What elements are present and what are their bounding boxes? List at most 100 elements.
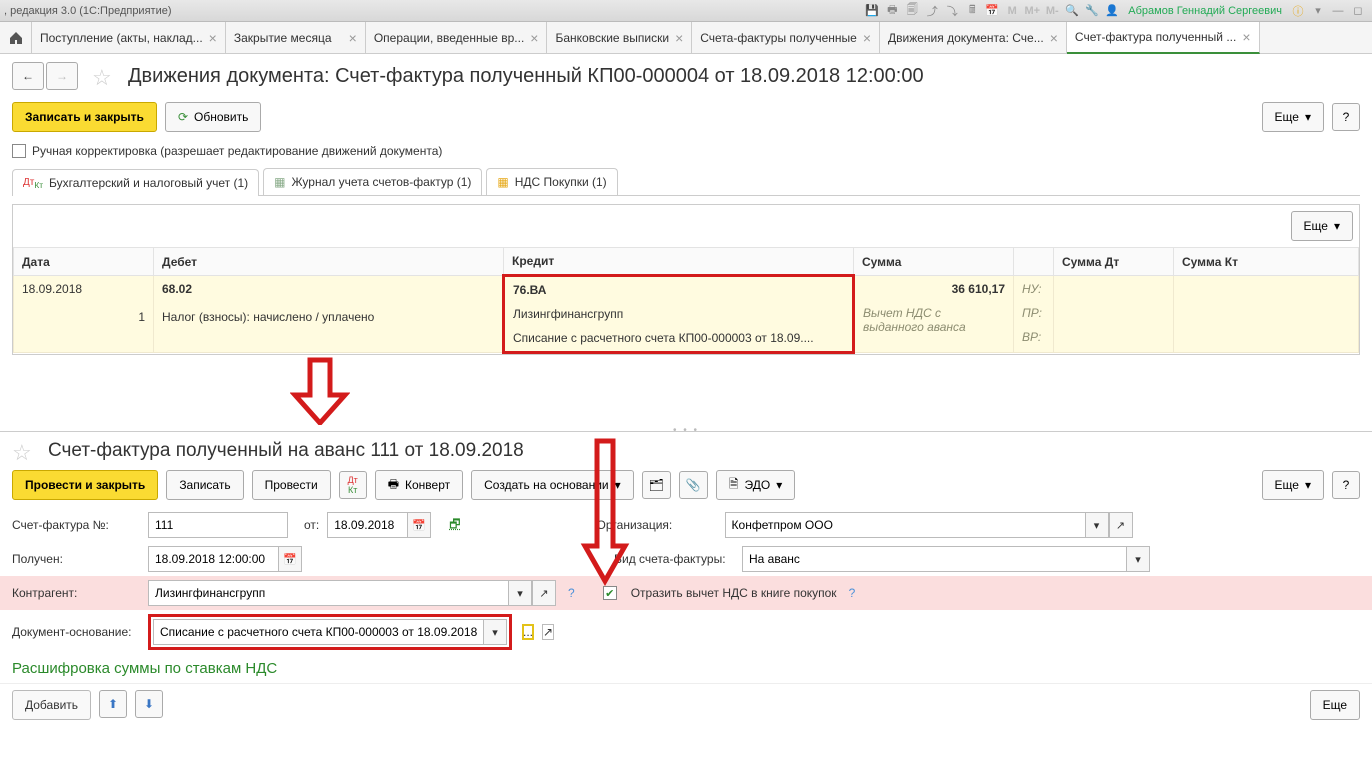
dropdown-button[interactable]: ▾: [508, 580, 532, 606]
more-button[interactable]: Еще ▾: [1262, 470, 1324, 500]
close-icon[interactable]: ×: [675, 30, 683, 46]
minimize-icon[interactable]: —: [1330, 3, 1346, 19]
subtab-label: Журнал учета счетов-фактур (1): [291, 175, 471, 189]
nav-back-button[interactable]: ←: [12, 62, 44, 90]
dropdown-button[interactable]: ▾: [1085, 512, 1109, 538]
col-sum[interactable]: Сумма: [854, 248, 1014, 276]
tab-3[interactable]: Банковские выписки×: [547, 22, 692, 54]
post-button[interactable]: Провести: [252, 470, 331, 500]
col-sum-dt[interactable]: Сумма Дт: [1054, 248, 1174, 276]
print-icon[interactable]: 🖶: [884, 3, 900, 19]
dropdown-button[interactable]: ▾: [1126, 546, 1150, 572]
more-label: Еще: [1275, 110, 1299, 124]
export-icon[interactable]: ⤴: [924, 3, 940, 19]
open-link-icon[interactable]: 🗗: [449, 515, 460, 536]
open-button[interactable]: ↗: [532, 580, 556, 606]
col-credit[interactable]: Кредит: [504, 248, 854, 276]
manual-correction-checkbox[interactable]: [12, 144, 26, 158]
pane2-title: Счет-фактура полученный на аванс 111 от …: [48, 440, 524, 462]
col-sum-kt[interactable]: Сумма Кт: [1174, 248, 1359, 276]
close-icon[interactable]: ×: [1242, 29, 1250, 45]
subtab-accounting[interactable]: ДтКтБухгалтерский и налоговый учет (1): [12, 169, 259, 196]
help-button[interactable]: ?: [1332, 103, 1360, 131]
subtab-label: НДС Покупки (1): [515, 175, 607, 189]
subtab-nds[interactable]: ▦НДС Покупки (1): [486, 168, 617, 195]
col-date[interactable]: Дата: [14, 248, 154, 276]
nav-forward-button[interactable]: →: [46, 62, 78, 90]
chevron-down-icon: ▾: [776, 478, 782, 492]
close-icon[interactable]: ×: [209, 30, 217, 46]
tab-4[interactable]: Счета-фактуры полученные×: [692, 22, 880, 54]
subtab-journal[interactable]: ▦Журнал учета счетов-фактур (1): [263, 168, 482, 195]
add-button[interactable]: Добавить: [12, 690, 91, 720]
reflect-nds-checkbox[interactable]: [603, 586, 617, 600]
close-icon[interactable]: ×: [530, 30, 538, 46]
counterparty-input[interactable]: [148, 580, 508, 606]
info-icon[interactable]: ⓘ: [1290, 3, 1306, 19]
tab-2[interactable]: Операции, введенные вр...×: [366, 22, 548, 54]
ellipsis-button[interactable]: ...: [522, 624, 534, 640]
current-user[interactable]: Абрамов Геннадий Сергеевич: [1128, 5, 1282, 17]
settings-icon[interactable]: 🔧: [1084, 3, 1100, 19]
dropdown-button[interactable]: ▾: [483, 619, 507, 645]
tab-5[interactable]: Движения документа: Сче...×: [880, 22, 1067, 54]
more-label: Еще: [1323, 698, 1347, 712]
home-tab[interactable]: [0, 22, 32, 54]
move-down-button[interactable]: ⬇: [135, 690, 163, 718]
save-icon[interactable]: 💾: [864, 3, 880, 19]
calendar-icon[interactable]: 📅: [984, 3, 1000, 19]
convert-button[interactable]: 🖶Конверт: [375, 470, 463, 500]
write-button[interactable]: Записать: [166, 470, 243, 500]
maximize-icon[interactable]: ◻: [1350, 3, 1366, 19]
close-icon[interactable]: ×: [863, 30, 871, 46]
edo-icon: 🗎: [729, 475, 739, 496]
move-up-button[interactable]: ⬆: [99, 690, 127, 718]
calc-icon[interactable]: 🖩: [964, 3, 980, 19]
tab-1[interactable]: Закрытие месяца×: [226, 22, 366, 54]
help-icon[interactable]: ?: [568, 586, 575, 600]
received-input[interactable]: [148, 546, 278, 572]
favorite-star-icon[interactable]: ☆: [12, 440, 34, 462]
refresh-button[interactable]: ⟳Обновить: [165, 102, 261, 132]
tab-0[interactable]: Поступление (акты, наклад... ×: [32, 22, 226, 54]
close-icon[interactable]: ×: [349, 30, 357, 46]
chevron-down-icon: ▾: [1305, 110, 1311, 124]
zoom-icon[interactable]: 🔍: [1064, 3, 1080, 19]
col-debit[interactable]: Дебет: [154, 248, 504, 276]
edo-button[interactable]: 🗎ЭДО ▾: [716, 470, 795, 500]
invoice-type-input[interactable]: [742, 546, 1126, 572]
m-minus-button[interactable]: M-: [1044, 3, 1060, 19]
more-button[interactable]: Еще ▾: [1262, 102, 1324, 132]
more-button[interactable]: Еще: [1310, 690, 1360, 720]
m-plus-button[interactable]: M+: [1024, 3, 1040, 19]
tab-label: Поступление (акты, наклад...: [40, 31, 203, 45]
calendar-icon[interactable]: 📅: [278, 546, 302, 572]
open-button[interactable]: ↗: [542, 624, 554, 640]
tab-6[interactable]: Счет-фактура полученный ...×: [1067, 22, 1260, 54]
col-blank[interactable]: [1014, 248, 1054, 276]
save-close-button[interactable]: Записать и закрыть: [12, 102, 157, 132]
help-icon[interactable]: ?: [849, 586, 856, 600]
table-more-button[interactable]: Еще ▾: [1291, 211, 1353, 241]
nds-breakdown-link[interactable]: Расшифровка суммы по ставкам НДС: [0, 654, 1372, 683]
m-button[interactable]: M: [1004, 3, 1020, 19]
table-row[interactable]: 18.09.2018 1 68.02 Налог (взносы): начис…: [14, 276, 1359, 353]
invoice-no-input[interactable]: [148, 512, 288, 538]
calendar-icon[interactable]: 📅: [407, 512, 431, 538]
dropdown-icon[interactable]: ▾: [1310, 3, 1326, 19]
credit-line2: Списание с расчетного счета КП00-000003 …: [513, 331, 844, 345]
favorite-star-icon[interactable]: ☆: [92, 65, 114, 87]
row-invoice-no: Счет-фактура №: от: 📅 🗗 Организация: ▾ ↗: [0, 508, 1372, 542]
help-button[interactable]: ?: [1332, 471, 1360, 499]
basis-doc-input[interactable]: [153, 619, 483, 645]
from-date-input[interactable]: [327, 512, 407, 538]
close-icon[interactable]: ×: [1050, 30, 1058, 46]
open-button[interactable]: ↗: [1109, 512, 1133, 538]
doc-icon[interactable]: 🗐: [904, 3, 920, 19]
org-input[interactable]: [725, 512, 1085, 538]
post-close-button[interactable]: Провести и закрыть: [12, 470, 158, 500]
attach-button[interactable]: 📎: [679, 471, 708, 499]
structure-button[interactable]: 🗂: [642, 471, 671, 499]
dtkt-button[interactable]: ДтКт: [339, 471, 367, 499]
import-icon[interactable]: ⤵: [944, 3, 960, 19]
